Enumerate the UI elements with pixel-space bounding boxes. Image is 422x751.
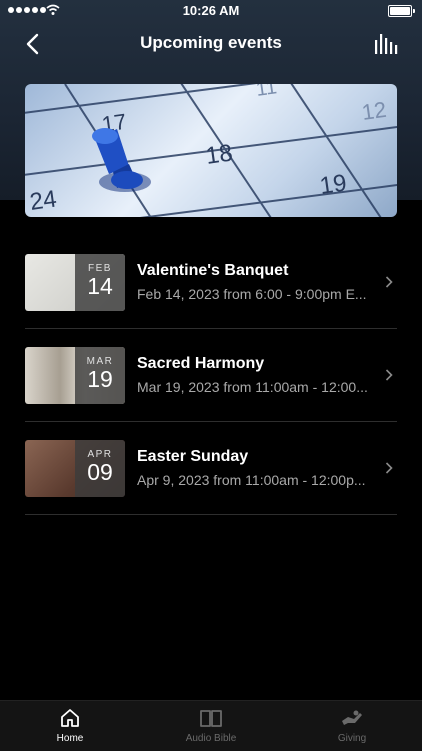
events-list: FEB 14 Valentine's Banquet Feb 14, 2023 … bbox=[25, 236, 397, 515]
event-row[interactable]: MAR 19 Sacred Harmony Mar 19, 2023 from … bbox=[25, 329, 397, 422]
chevron-right-icon bbox=[385, 462, 393, 474]
date-day: 14 bbox=[87, 273, 113, 299]
date-day: 19 bbox=[87, 366, 113, 392]
tab-label: Giving bbox=[337, 733, 367, 744]
event-thumbnail: FEB 14 bbox=[25, 254, 125, 311]
event-subtitle: Apr 9, 2023 from 11:00am - 12:00p... bbox=[137, 472, 366, 488]
event-title: Easter Sunday bbox=[137, 448, 249, 465]
tab-home[interactable]: Home bbox=[20, 707, 120, 744]
event-thumbnail: MAR 19 bbox=[25, 347, 125, 404]
page-title: Upcoming events bbox=[140, 33, 282, 52]
event-row[interactable]: FEB 14 Valentine's Banquet Feb 14, 2023 … bbox=[25, 236, 397, 329]
chevron-right-icon bbox=[385, 369, 393, 381]
tab-audio-bible[interactable]: Audio Bible bbox=[161, 707, 261, 744]
hero-image: 17 18 19 24 12 11 bbox=[25, 84, 397, 217]
equalizer-icon[interactable] bbox=[374, 32, 400, 56]
status-bar: 10:26 AM bbox=[0, 0, 422, 22]
tab-giving[interactable]: Giving bbox=[302, 707, 402, 744]
event-subtitle: Feb 14, 2023 from 6:00 - 9:00pm E... bbox=[137, 286, 367, 302]
event-thumbnail: APR 09 bbox=[25, 440, 125, 497]
date-badge: APR 09 bbox=[75, 440, 125, 497]
event-title: Valentine's Banquet bbox=[137, 262, 289, 279]
navigation-bar: Upcoming events bbox=[0, 22, 422, 66]
calendar-number-24: 24 bbox=[28, 185, 58, 215]
event-subtitle: Mar 19, 2023 from 11:00am - 12:00... bbox=[137, 379, 368, 395]
battery-icon bbox=[388, 5, 415, 17]
calendar-number-18: 18 bbox=[204, 139, 234, 169]
event-title: Sacred Harmony bbox=[137, 355, 265, 372]
date-badge: FEB 14 bbox=[75, 254, 125, 311]
giving-hand-icon bbox=[342, 710, 362, 725]
calendar-pushpin-image: 17 18 19 24 12 11 bbox=[25, 84, 397, 217]
book-icon bbox=[200, 710, 222, 727]
tab-label: Audio Bible bbox=[185, 733, 237, 744]
home-icon bbox=[61, 709, 79, 727]
date-day: 09 bbox=[87, 459, 113, 485]
calendar-number-12: 12 bbox=[360, 97, 388, 125]
status-time: 10:26 AM bbox=[182, 3, 240, 18]
tab-label: Home bbox=[56, 733, 84, 744]
calendar-number-11: 11 bbox=[255, 84, 279, 101]
date-badge: MAR 19 bbox=[75, 347, 125, 404]
tab-bar: Home Audio Bible Giving bbox=[0, 700, 422, 751]
event-row[interactable]: APR 09 Easter Sunday Apr 9, 2023 from 11… bbox=[25, 422, 397, 515]
chevron-right-icon bbox=[385, 276, 393, 288]
calendar-number-19: 19 bbox=[318, 169, 348, 199]
